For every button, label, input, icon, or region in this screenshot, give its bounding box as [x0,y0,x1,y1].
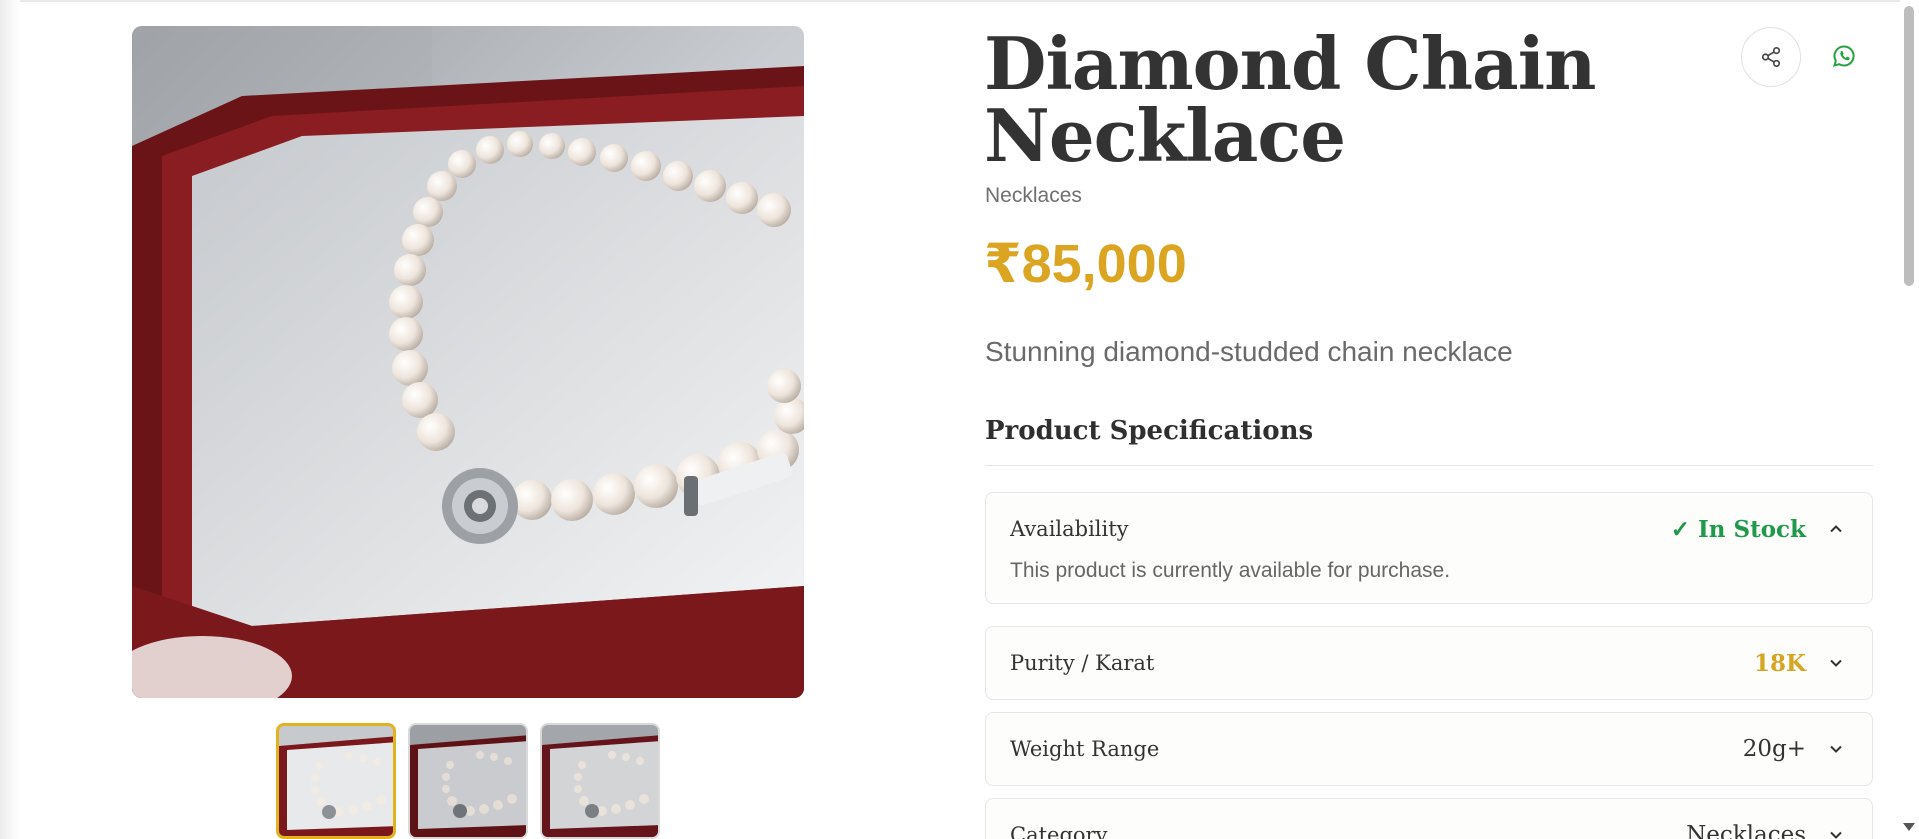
availability-detail: This product is currently available for … [1010,559,1451,582]
accordion-label: Category [1010,823,1108,839]
accordion-label: Weight Range [1010,737,1160,761]
chevron-down-icon[interactable] [1826,653,1846,673]
left-edge-shade [0,0,20,839]
chevron-down-icon[interactable] [1826,739,1846,759]
accordion-weight-header[interactable]: Weight Range 20g+ [986,713,1872,785]
purity-value: 18K [1754,649,1806,677]
specifications-divider [985,465,1873,466]
chevron-down-icon[interactable] [1826,825,1846,839]
pearl-necklace-thumb-image [542,725,658,837]
thumbnail-strip [276,723,660,839]
weight-value: 20g+ [1742,736,1806,762]
scroll-down-arrow-icon[interactable] [1903,823,1915,831]
product-description: Stunning diamond-studded chain necklace [985,336,1513,367]
share-button[interactable] [1741,27,1801,87]
accordion-availability: Availability ✓ In Stock This product is … [985,492,1873,604]
pearl-necklace-thumb-image [410,725,526,837]
share-icon [1761,47,1781,67]
top-divider [0,0,1900,2]
product-category: Necklaces [985,184,1082,207]
whatsapp-button[interactable] [1828,40,1860,72]
availability-value: ✓ In Stock [1670,515,1806,543]
accordion-availability-header[interactable]: Availability ✓ In Stock [986,493,1872,565]
accordion-purity-header[interactable]: Purity / Karat 18K [986,627,1872,699]
main-product-image[interactable] [132,26,804,698]
thumbnail-3[interactable] [540,723,660,839]
specifications-heading: Product Specifications [985,416,1314,446]
product-title: Diamond Chain Necklace [984,21,1596,178]
pearl-necklace-thumb-image [279,726,393,836]
accordion-purity: Purity / Karat 18K [985,626,1873,700]
accordion-category-header[interactable]: Category Necklaces [986,799,1872,839]
category-value: Necklaces [1686,822,1806,839]
scrollbar-thumb[interactable] [1904,6,1914,286]
whatsapp-icon [1833,45,1855,67]
accordion-label: Purity / Karat [1010,651,1155,675]
accordion-category: Category Necklaces [985,798,1873,839]
thumbnail-2[interactable] [408,723,528,839]
thumbnail-1[interactable] [276,723,396,839]
clasp [442,468,518,544]
product-price: ₹85,000 [984,234,1187,294]
pearl-necklace-image [132,26,804,698]
accordion-label: Availability [1010,517,1129,541]
chevron-up-icon[interactable] [1826,519,1846,539]
accordion-weight: Weight Range 20g+ [985,712,1873,786]
